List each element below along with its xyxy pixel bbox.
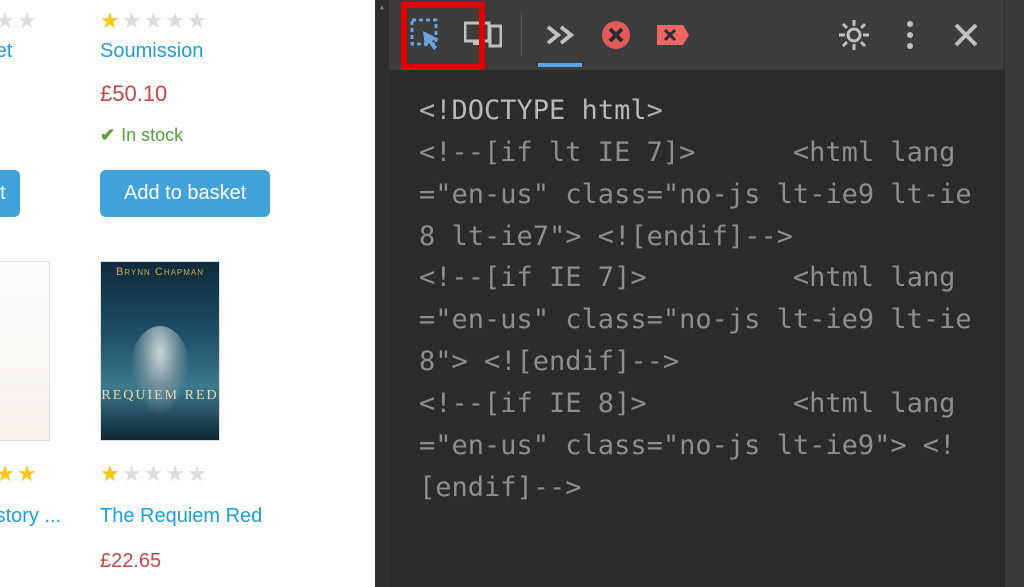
star-icon: ★ [187,10,207,32]
more-tabs-icon[interactable] [532,7,588,63]
devtools-gutter[interactable] [375,0,389,587]
html-source-view[interactable]: <!DOCTYPE html> <!--[if lt IE 7]> <html … [389,70,1004,528]
rating-stars: ★ ★ ★ ★ ★ [100,10,295,32]
star-icon: ★ [100,463,120,485]
product-card: Brynn Chapman REQUIEM RED [100,261,295,441]
star-icon: ★ [122,463,142,485]
devtools-toolbar [389,0,1004,70]
star-icon: ★ [17,10,37,32]
storefront-panel: ★ ★ ★ ★ ★ he Velvet 3.74 stock o basket … [0,0,375,587]
product-title[interactable]: Soumission [100,40,295,63]
rating-stars: ★ ★ ★ ★ ★ [0,463,50,485]
add-to-basket-button[interactable]: o basket [0,170,20,217]
devtools-scrollbar[interactable] [1004,0,1024,587]
toolbar-divider [521,13,522,57]
devtools-panel: <!DOCTYPE html> <!--[if lt IE 7]> <html … [375,0,1024,587]
close-icon[interactable] [938,7,994,63]
star-icon: ★ [143,10,163,32]
star-icon: ★ [0,463,15,485]
clear-console-icon[interactable] [644,7,700,63]
product-price: £50.10 [100,81,295,107]
product-card: ★ ★ ★ ★ ★ he Velvet 3.74 stock o basket [0,10,50,217]
product-price: 4.23 [0,550,50,573]
star-icon: ★ [187,463,207,485]
product-title[interactable]: The Requiem Red [100,505,270,528]
product-card: I Noah arari [0,261,50,441]
rating-stars: ★ ★ ★ ★ ★ [100,463,295,485]
add-to-basket-button[interactable]: Add to basket [100,170,270,217]
inspect-element-icon[interactable] [399,7,455,63]
rating-stars: ★ ★ ★ ★ ★ [0,10,50,32]
product-price: 3.74 [0,81,50,107]
star-icon: ★ [17,463,37,485]
kebab-menu-icon[interactable] [882,7,938,63]
stock-label: ✔ In stock [100,125,295,146]
book-cover[interactable]: Brynn Chapman REQUIEM RED [100,261,220,441]
error-icon[interactable] [588,7,644,63]
check-icon: ✔ [100,125,115,146]
star-icon: ★ [0,10,15,32]
stock-label: stock [0,125,50,146]
star-icon: ★ [143,463,163,485]
cover-title: REQUIEM RED [101,388,219,404]
book-cover[interactable]: I Noah arari [0,261,50,441]
cover-author: Brynn Chapman [101,266,219,278]
product-title[interactable]: he Velvet [0,40,50,63]
star-icon: ★ [165,463,185,485]
star-icon: ★ [100,10,120,32]
device-toolbar-icon[interactable] [455,7,511,63]
star-icon: ★ [122,10,142,32]
product-title[interactable]: Brief History ... [0,505,100,528]
product-card: ★ ★ ★ ★ ★ Soumission £50.10 ✔ In stock A… [100,10,295,217]
product-price: £22.65 [100,550,295,573]
star-icon: ★ [165,10,185,32]
gear-icon[interactable] [826,7,882,63]
